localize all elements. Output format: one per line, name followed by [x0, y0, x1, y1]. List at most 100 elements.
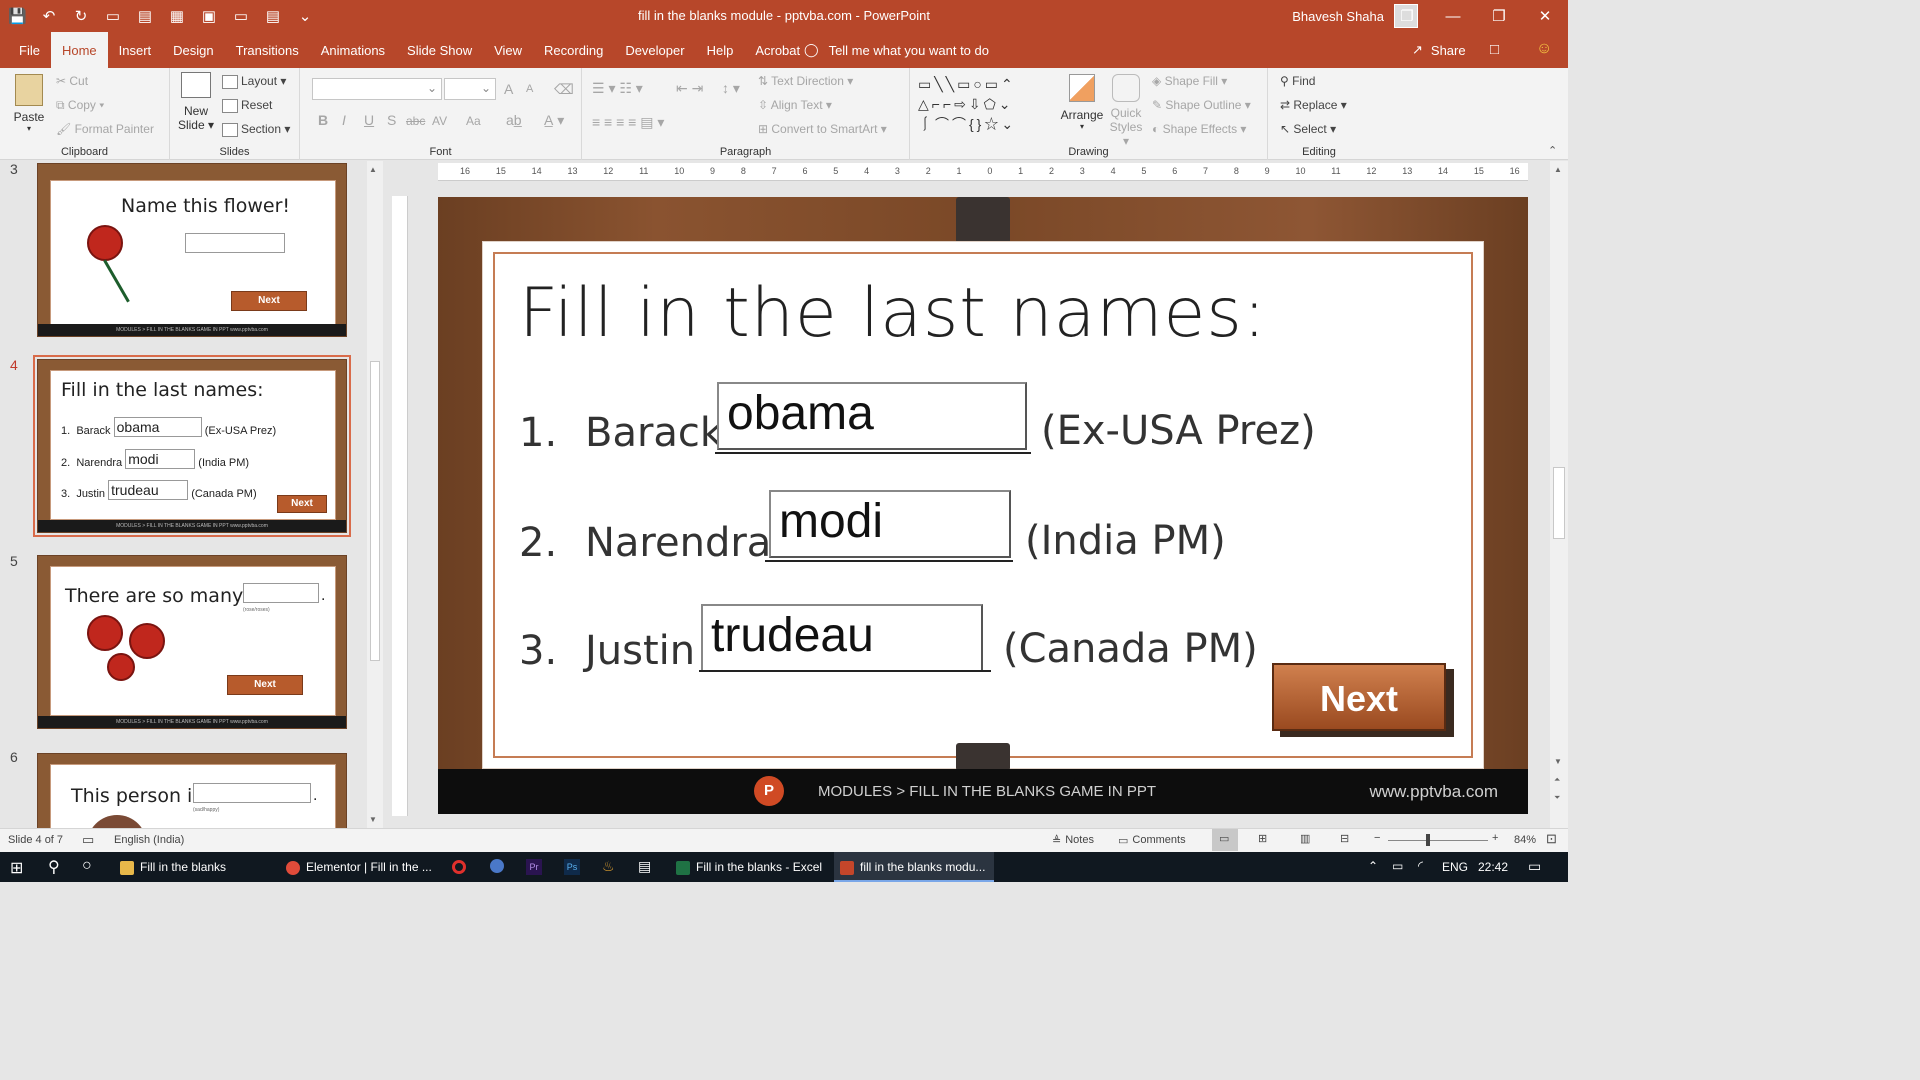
slide-scrollbar[interactable]: ▲ ▼ ⏶ ⏷	[1550, 161, 1568, 828]
previous-slide-icon[interactable]: ⏶	[1554, 775, 1560, 785]
tab-animations[interactable]: Animations	[310, 32, 396, 68]
tab-insert[interactable]: Insert	[108, 32, 163, 68]
font-name-dropdown[interactable]: ⌄	[312, 78, 442, 100]
windows-start-icon[interactable]: ⊞	[10, 858, 23, 878]
close-icon[interactable]: ✕	[1522, 7, 1568, 25]
slide-canvas[interactable]: Fill in the last names: 1. Barack obama …	[438, 197, 1528, 814]
thumbnail-slide-5[interactable]: There are so many . (rose/roses) Next MO…	[37, 555, 347, 729]
font-size-dropdown[interactable]: ⌄	[444, 78, 496, 100]
minimize-icon[interactable]: —	[1430, 8, 1476, 25]
tab-slide-show[interactable]: Slide Show	[396, 32, 483, 68]
notifications-icon[interactable]: ▭	[1528, 858, 1541, 875]
layout-button[interactable]: Layout ▾	[222, 74, 286, 89]
change-case-button[interactable]: Aa	[466, 114, 481, 128]
tray-chevron-icon[interactable]: ⌃	[1368, 859, 1378, 873]
arrange-button[interactable]: Arrange ▾	[1060, 74, 1104, 131]
taskbar-item-powerpoint[interactable]: fill in the blanks modu...	[834, 852, 994, 882]
thumbnail-slide-6[interactable]: This person is . (sad/happy)	[37, 753, 347, 828]
underline-button[interactable]: U	[364, 112, 374, 128]
tab-transitions[interactable]: Transitions	[225, 32, 310, 68]
answer-textbox-1[interactable]: obama	[717, 382, 1027, 450]
clock[interactable]: 22:42	[1478, 860, 1508, 874]
bullets-icon[interactable]: ☰ ▾ ☷ ▾	[592, 80, 643, 97]
tell-me-box[interactable]: ◯ Tell me what you want to do	[804, 32, 989, 68]
select-button[interactable]: ↖ Select ▾	[1280, 122, 1336, 136]
zoom-slider[interactable]	[1388, 840, 1488, 841]
fit-slide-icon[interactable]: ⊡	[1546, 831, 1557, 847]
collapse-ribbon-icon[interactable]: ⌃	[1548, 144, 1557, 157]
shape-fill-button[interactable]: ◈ Shape Fill ▾	[1152, 74, 1227, 88]
normal-view-button[interactable]: ▭	[1212, 829, 1238, 851]
battery-icon[interactable]: ▭	[1392, 859, 1403, 873]
answer-textbox-2[interactable]: modi	[769, 490, 1011, 558]
tab-acrobat[interactable]: Acrobat	[744, 32, 811, 68]
indent-icon[interactable]: ⇤ ⇥	[676, 80, 703, 97]
scroll-up-icon[interactable]: ▲	[1554, 165, 1562, 174]
comment-icon[interactable]: □	[1490, 41, 1499, 58]
font-color-icon[interactable]: A̲ ▾	[544, 112, 564, 129]
notes-button[interactable]: ≜ Notes	[1052, 829, 1094, 851]
copy-button[interactable]: ⧉ Copy ▾	[56, 98, 104, 113]
scroll-down-icon[interactable]: ▼	[369, 815, 377, 824]
app-flame-icon[interactable]: ♨	[602, 858, 615, 875]
taskbar-item-chrome[interactable]: Elementor | Fill in the ...	[280, 852, 440, 882]
smiley-icon[interactable]: ☺	[1536, 40, 1552, 58]
cut-button[interactable]: ✂ Cut	[56, 74, 88, 88]
taskbar-item-folder[interactable]: Fill in the blanks	[114, 852, 270, 882]
line-spacing-icon[interactable]: ↕ ▾	[722, 80, 740, 97]
quick-styles-button[interactable]: Quick Styles ▾	[1106, 74, 1146, 148]
text-direction-button[interactable]: ⇅ Text Direction ▾	[758, 74, 853, 88]
align-icon[interactable]: ≡ ≡ ≡ ≡ ▤ ▾	[592, 114, 664, 131]
app-icon[interactable]	[490, 859, 504, 873]
opera-icon[interactable]	[452, 860, 466, 874]
zoom-level[interactable]: 84%	[1514, 834, 1536, 846]
language-indicator[interactable]: English (India)	[114, 834, 184, 846]
zoom-slider-thumb[interactable]	[1426, 834, 1430, 846]
spacing-button[interactable]: AV	[432, 114, 447, 128]
thumbnail-slide-4[interactable]: Fill in the last names: 1. Barack obama …	[33, 355, 351, 537]
restore-icon[interactable]: ❐	[1476, 7, 1522, 25]
cortana-icon[interactable]: ○	[82, 857, 92, 875]
bold-button[interactable]: B	[318, 112, 328, 128]
scroll-down-icon[interactable]: ▼	[1554, 757, 1562, 766]
scroll-up-icon[interactable]: ▲	[369, 165, 377, 174]
scrollbar-thumb[interactable]	[1553, 467, 1565, 539]
shape-effects-button[interactable]: ◐ Shape Effects ▾	[1152, 122, 1246, 136]
thumbnail-slide-3[interactable]: Name this flower! Next MODULES > FILL IN…	[37, 163, 347, 337]
strikethrough-button[interactable]: abc	[406, 114, 425, 128]
language-indicator[interactable]: ENG	[1442, 860, 1468, 874]
find-button[interactable]: ⚲ Find	[1280, 74, 1315, 88]
new-slide-button[interactable]: New Slide ▾	[176, 72, 216, 132]
share-button[interactable]: ↗ Share	[1412, 32, 1466, 68]
reset-button[interactable]: Reset	[222, 98, 272, 113]
tab-home[interactable]: Home	[50, 32, 108, 68]
zoom-out-button[interactable]: −	[1374, 832, 1380, 844]
answer-textbox-3[interactable]: trudeau	[701, 604, 983, 672]
clear-format-icon[interactable]: ⌫	[554, 81, 574, 98]
tab-design[interactable]: Design	[162, 32, 224, 68]
format-painter-button[interactable]: 🖌 Format Painter	[56, 122, 154, 136]
tab-developer[interactable]: Developer	[614, 32, 695, 68]
taskbar-item-excel[interactable]: Fill in the blanks - Excel	[670, 852, 828, 882]
ribbon-display-icon[interactable]: ❐	[1384, 7, 1430, 25]
reading-view-icon[interactable]: ▥	[1300, 832, 1310, 845]
slide-title[interactable]: Fill in the last names:	[519, 274, 1267, 353]
section-button[interactable]: Section ▾	[222, 122, 290, 137]
shapes-gallery[interactable]: ▭╲╲▭○▭⌃ △⌐⌐⇨⇩⬠⌄ ⎰⌒⌒{}☆⌄	[918, 74, 1050, 136]
shape-outline-button[interactable]: ✎ Shape Outline ▾	[1152, 98, 1251, 112]
smartart-button[interactable]: ⊞ Convert to SmartArt ▾	[758, 122, 887, 136]
tab-recording[interactable]: Recording	[533, 32, 614, 68]
next-button[interactable]: Next	[1272, 663, 1446, 731]
premiere-icon[interactable]: Pr	[526, 859, 542, 875]
search-icon[interactable]: ⚲	[48, 857, 60, 877]
tab-help[interactable]: Help	[696, 32, 745, 68]
thumbnail-scrollbar[interactable]: ▲ ▼	[367, 161, 383, 828]
notes-page-icon[interactable]: ▭	[82, 832, 94, 848]
replace-button[interactable]: ⇄ Replace ▾	[1280, 98, 1347, 112]
notepad-icon[interactable]: ▤	[638, 858, 651, 875]
shrink-font-button[interactable]: A	[526, 83, 533, 95]
wifi-icon[interactable]: ◜	[1418, 858, 1423, 874]
tab-file[interactable]: File	[8, 32, 51, 68]
shadow-button[interactable]: S	[387, 112, 396, 128]
grow-font-button[interactable]: A	[504, 81, 513, 97]
